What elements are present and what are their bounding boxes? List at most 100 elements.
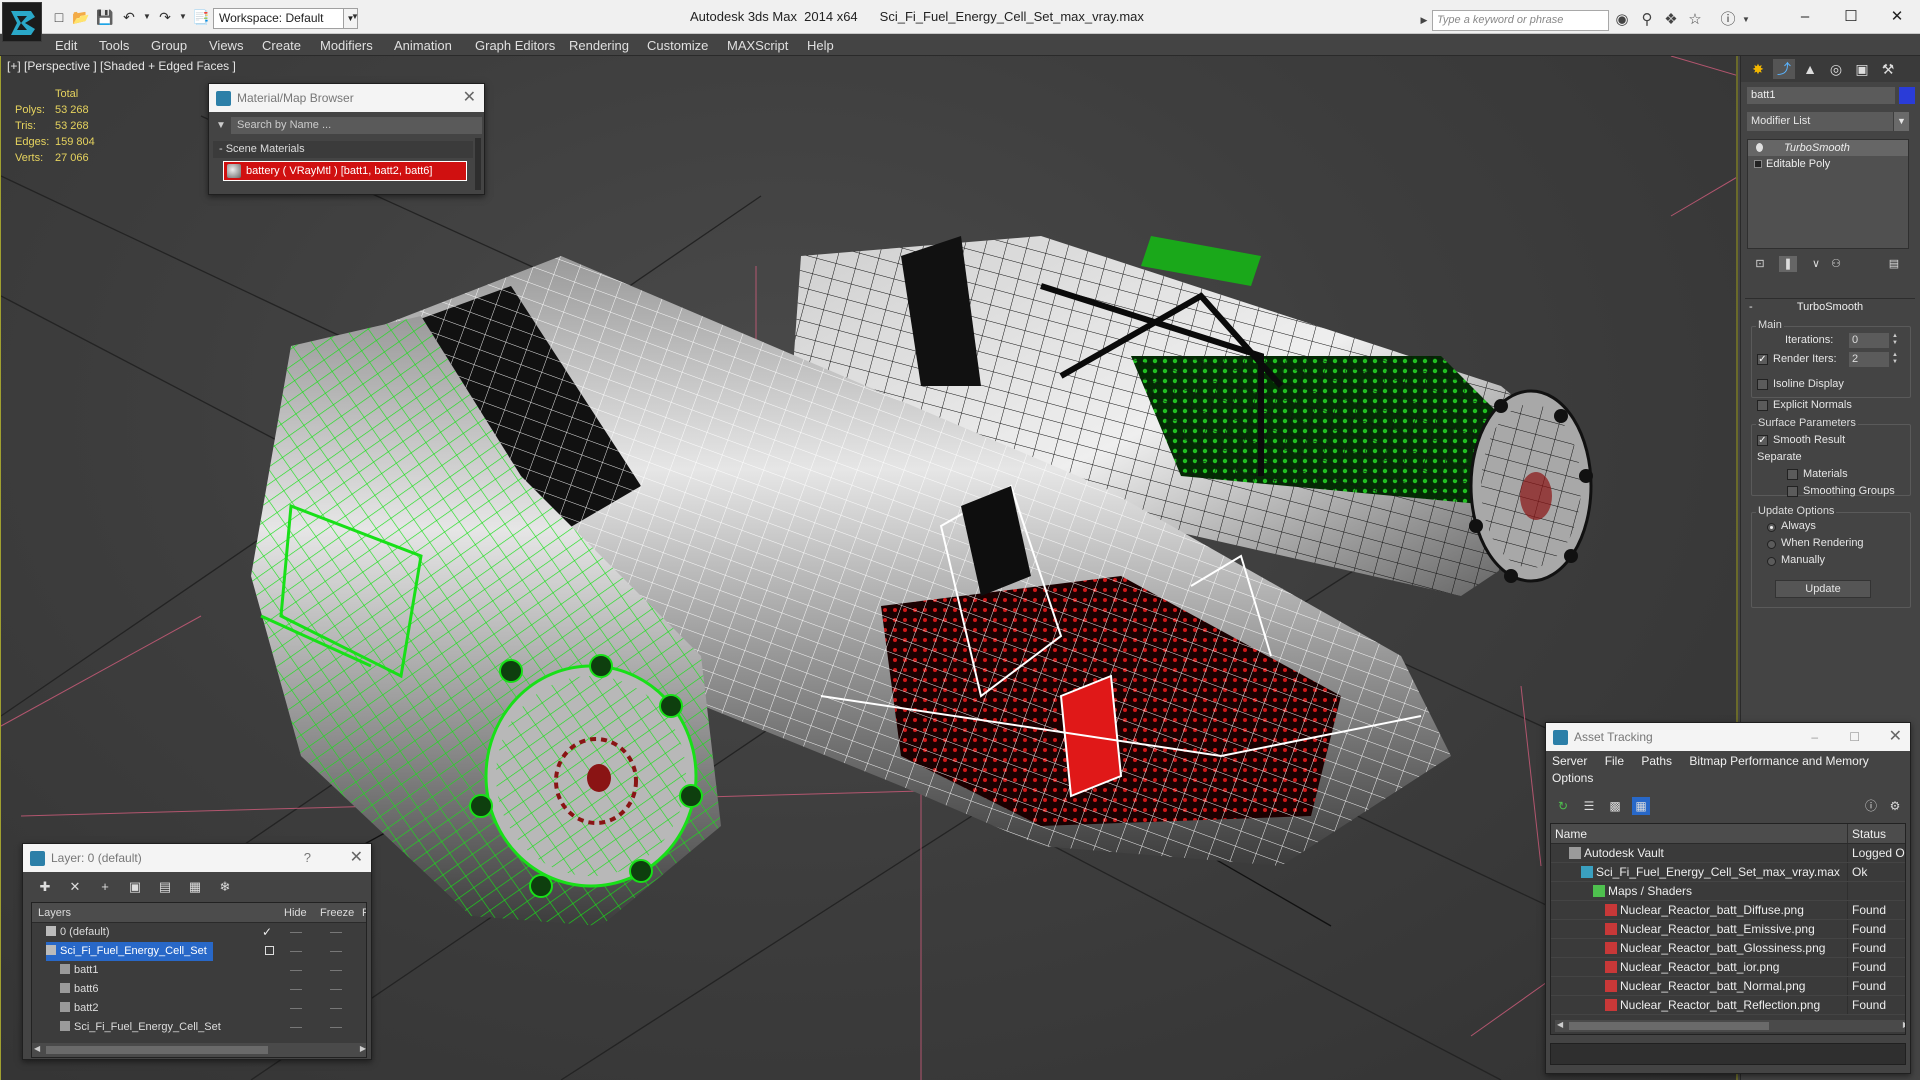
minimize-button[interactable]: – bbox=[1782, 2, 1828, 32]
stack-item-editable-poly[interactable]: Editable Poly bbox=[1748, 156, 1908, 172]
maximize-icon[interactable]: ☐ bbox=[1849, 723, 1860, 751]
asset-row[interactable]: Nuclear_Reactor_batt_ior.png Found bbox=[1551, 958, 1905, 977]
freeze-toggle[interactable] bbox=[330, 970, 342, 971]
menu-graph-editors[interactable]: Graph Editors bbox=[475, 38, 555, 53]
remove-modifier-icon[interactable]: ⚇ bbox=[1827, 256, 1845, 272]
binoculars-icon[interactable]: ◉ bbox=[1612, 10, 1632, 30]
update-manually-radio[interactable] bbox=[1767, 557, 1776, 566]
app-menu-button[interactable] bbox=[2, 2, 42, 42]
undo-icon[interactable]: ↶ bbox=[120, 8, 138, 26]
smooth-result-checkbox[interactable]: ✓ bbox=[1757, 435, 1768, 446]
asset-tracking-titlebar[interactable]: Asset Tracking – ☐ ✕ bbox=[1546, 723, 1910, 751]
menu-create[interactable]: Create bbox=[262, 38, 301, 53]
favorites-star-icon[interactable]: ☆ bbox=[1685, 10, 1705, 30]
filter-dropdown-icon[interactable]: ▼ bbox=[213, 117, 229, 134]
scroll-left-icon[interactable]: ◀ bbox=[1557, 1020, 1563, 1029]
maximize-button[interactable]: ☐ bbox=[1828, 2, 1874, 32]
hide-toggle[interactable] bbox=[290, 1027, 302, 1028]
subscription-key-icon[interactable]: ⚲ bbox=[1637, 10, 1657, 30]
show-end-result-icon[interactable]: ❚ bbox=[1779, 256, 1797, 272]
freeze-toggle[interactable] bbox=[330, 989, 342, 990]
render-iters-spinner[interactable]: 2 bbox=[1849, 352, 1889, 367]
asset-path-input[interactable] bbox=[1550, 1043, 1906, 1065]
layer-row[interactable]: batt6 bbox=[32, 980, 366, 999]
turbosmooth-rollout-header[interactable]: - TurboSmooth bbox=[1745, 298, 1915, 314]
freeze-toggle[interactable] bbox=[330, 1008, 342, 1009]
asset-menu-bitmap-performance[interactable]: Bitmap Performance and Memory bbox=[1689, 754, 1868, 768]
modify-tab-icon[interactable]: ⤴ bbox=[1773, 59, 1795, 79]
column-header-status[interactable]: Status bbox=[1847, 824, 1905, 843]
create-tab-icon[interactable]: ✸ bbox=[1747, 59, 1769, 79]
save-file-icon[interactable]: 💾 bbox=[96, 8, 114, 26]
explicit-normals-checkbox[interactable] bbox=[1757, 400, 1768, 411]
separate-materials-checkbox[interactable] bbox=[1787, 469, 1798, 480]
menu-customize[interactable]: Customize bbox=[647, 38, 708, 53]
asset-menu-options[interactable]: Options bbox=[1552, 771, 1593, 785]
layer-window-titlebar[interactable]: Layer: 0 (default) ? ✕ bbox=[23, 844, 371, 872]
menu-help[interactable]: Help bbox=[807, 38, 834, 53]
make-unique-icon[interactable]: ∨ bbox=[1807, 256, 1825, 272]
material-item-battery[interactable]: battery ( VRayMtl ) [batt1, batt2, batt6… bbox=[223, 161, 467, 181]
asset-menu-server[interactable]: Server bbox=[1552, 754, 1587, 768]
column-header-layers[interactable]: Layers bbox=[38, 903, 71, 923]
asset-horizontal-scrollbar[interactable]: ◀ ▶ bbox=[1555, 1020, 1905, 1032]
menu-maxscript[interactable]: MAXScript bbox=[727, 38, 788, 53]
layer-horizontal-scrollbar[interactable]: ◀ ▶ bbox=[32, 1043, 366, 1057]
image-view-icon[interactable]: ▩ bbox=[1606, 797, 1624, 815]
column-header-freeze[interactable]: Freeze bbox=[320, 903, 354, 923]
asset-menu-file[interactable]: File bbox=[1605, 754, 1624, 768]
hierarchy-tab-icon[interactable]: ▲ bbox=[1799, 59, 1821, 79]
help-icon[interactable]: ⓘ bbox=[1718, 10, 1738, 30]
menu-modifiers[interactable]: Modifiers bbox=[320, 38, 373, 53]
new-file-icon[interactable]: □ bbox=[50, 8, 68, 26]
workspace-dropdown[interactable]: Workspace: Default ▼ bbox=[213, 8, 358, 29]
current-layer-box-icon[interactable] bbox=[265, 946, 274, 955]
viewport-label[interactable]: [+] [Perspective ] [Shaded + Edged Faces… bbox=[7, 59, 236, 73]
stack-item-turbosmooth[interactable]: TurboSmooth bbox=[1748, 140, 1908, 156]
asset-row[interactable]: Maps / Shaders bbox=[1551, 882, 1905, 901]
layer-row[interactable]: Sci_Fi_Fuel_Energy_Cell_Set bbox=[32, 942, 366, 961]
render-iters-checkbox[interactable]: ✓ bbox=[1757, 354, 1768, 365]
close-button[interactable]: ✕ bbox=[1874, 2, 1920, 32]
close-icon[interactable]: ✕ bbox=[350, 844, 363, 872]
menu-tools[interactable]: Tools bbox=[99, 38, 129, 53]
asset-row[interactable]: Sci_Fi_Fuel_Energy_Cell_Set_max_vray.max… bbox=[1551, 863, 1905, 882]
list-view-icon[interactable]: ☰ bbox=[1580, 797, 1598, 815]
column-header-r[interactable]: R bbox=[362, 903, 366, 923]
lightbulb-icon[interactable] bbox=[1756, 143, 1763, 152]
update-always-radio[interactable] bbox=[1767, 523, 1776, 532]
menu-views[interactable]: Views bbox=[209, 38, 243, 53]
menu-group[interactable]: Group bbox=[151, 38, 187, 53]
scroll-thumb[interactable] bbox=[46, 1046, 268, 1054]
menu-rendering[interactable]: Rendering bbox=[569, 38, 629, 53]
layer-row[interactable]: 0 (default) ✓ bbox=[32, 923, 366, 942]
close-icon[interactable]: ✕ bbox=[1889, 723, 1902, 751]
close-icon[interactable]: ✕ bbox=[463, 84, 476, 112]
freeze-toggle[interactable] bbox=[330, 1027, 342, 1028]
undo-dropdown-icon[interactable]: ▼ bbox=[138, 8, 156, 26]
layer-row[interactable]: Sci_Fi_Fuel_Energy_Cell_Set bbox=[32, 1018, 366, 1037]
create-layer-icon[interactable]: ✚ bbox=[35, 878, 55, 896]
update-when-rendering-radio[interactable] bbox=[1767, 540, 1776, 549]
delete-layer-icon[interactable]: ✕ bbox=[65, 878, 85, 896]
quick-access-menu-icon[interactable]: ▼ bbox=[346, 8, 364, 26]
settings-icon[interactable]: ⚙ bbox=[1886, 797, 1904, 815]
utilities-tab-icon[interactable]: ⚒ bbox=[1877, 59, 1899, 79]
configure-sets-icon[interactable]: ▤ bbox=[1885, 256, 1903, 272]
menu-edit[interactable]: Edit bbox=[55, 38, 77, 53]
search-expand-icon[interactable]: ▶ bbox=[1418, 12, 1430, 28]
column-header-hide[interactable]: Hide bbox=[284, 903, 307, 923]
communication-center-icon[interactable]: ❖ bbox=[1661, 10, 1681, 30]
layer-row[interactable]: batt1 bbox=[32, 961, 366, 980]
modifier-list-dropdown[interactable]: Modifier List ▼ bbox=[1747, 112, 1909, 131]
iterations-spinner[interactable]: 0 bbox=[1849, 333, 1889, 348]
material-browser-titlebar[interactable]: Material/Map Browser ✕ bbox=[209, 84, 484, 112]
scroll-left-icon[interactable]: ◀ bbox=[34, 1044, 40, 1053]
scroll-right-icon[interactable]: ▶ bbox=[1903, 1020, 1905, 1029]
highlight-layer-icon[interactable]: ▤ bbox=[155, 878, 175, 896]
help-icon[interactable]: ? bbox=[304, 844, 311, 872]
asset-menu-paths[interactable]: Paths bbox=[1641, 754, 1672, 768]
refresh-icon[interactable]: ↻ bbox=[1554, 797, 1572, 815]
layer-row[interactable]: batt2 bbox=[32, 999, 366, 1018]
redo-dropdown-icon[interactable]: ▼ bbox=[174, 8, 192, 26]
